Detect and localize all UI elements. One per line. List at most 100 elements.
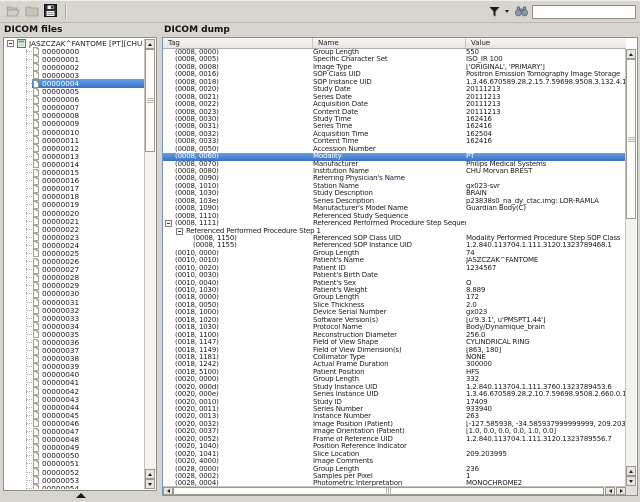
tree-item-body[interactable]: 00000032 <box>32 306 144 314</box>
collapse-expander-icon[interactable] <box>7 40 14 47</box>
dump-row[interactable]: (0018, 1030)Protocol NameBody/Dynamique_… <box>163 324 626 331</box>
tree-item-body[interactable]: 00000003 <box>32 71 144 79</box>
tree-item[interactable]: 00000020 <box>5 209 144 217</box>
dump-row[interactable]: (0008, 1111)Referenced Performed Procedu… <box>163 220 626 227</box>
dump-row[interactable]: (0018, 1100)Reconstruction Diameter256.0 <box>163 332 626 339</box>
dump-scroll-up-button-2[interactable] <box>626 466 636 476</box>
dump-row[interactable]: (0008, 0016)SOP Class UIDPositron Emissi… <box>163 71 626 78</box>
tree-item-body[interactable]: 00000027 <box>32 266 144 274</box>
files-scrollbar-thumb[interactable] <box>145 49 155 152</box>
tree-item-body[interactable]: 00000053 <box>32 476 144 484</box>
tree-item[interactable]: 00000044 <box>5 403 144 411</box>
dump-row[interactable]: (0008, 0090)Referring Physician's Name <box>163 175 626 182</box>
dump-row[interactable]: (0010, 0020)Patient ID1234567 <box>163 265 626 272</box>
tree-item[interactable]: 00000043 <box>5 395 144 403</box>
tree-item-body[interactable]: 00000010 <box>32 128 144 136</box>
dump-row[interactable]: (0008, 103e)Series Descriptionp23838s0_n… <box>163 198 626 205</box>
dump-row[interactable]: (0020, 000d)Study Instance UID1.2.840.11… <box>163 384 626 391</box>
dump-hscrollbar-thumb[interactable] <box>173 487 604 495</box>
tree-item[interactable]: 00000041 <box>5 379 144 387</box>
tree-item-body[interactable]: 00000024 <box>32 241 144 249</box>
tree-item-body[interactable]: 00000015 <box>32 169 144 177</box>
tree-item-body[interactable]: 00000008 <box>32 112 144 120</box>
dump-row[interactable]: (0008, 1030)Study DescriptionBRAIN <box>163 190 626 197</box>
tree-item[interactable]: 00000015 <box>5 169 144 177</box>
dump-horizontal-scrollbar[interactable] <box>163 486 626 495</box>
tree-item-body[interactable]: 00000005 <box>32 88 144 96</box>
tree-item-body[interactable]: 00000006 <box>32 96 144 104</box>
scroll-right-button[interactable] <box>616 487 626 495</box>
folder-button[interactable] <box>23 3 40 20</box>
tree-item-body[interactable]: 00000052 <box>32 468 144 476</box>
dump-row[interactable]: (0008, 0032)Acquisition Time162504 <box>163 131 626 138</box>
open-folder-button[interactable] <box>4 3 21 20</box>
tree-item-body[interactable]: 00000040 <box>32 371 144 379</box>
dump-row[interactable]: (0028, 0000)Group Length236 <box>163 466 626 473</box>
tree-item-body[interactable]: 00000018 <box>32 193 144 201</box>
tree-item[interactable]: 00000037 <box>5 347 144 355</box>
tree-item[interactable]: 00000026 <box>5 258 144 266</box>
dump-row[interactable]: (0010, 0030)Patient's Birth Date <box>163 272 626 279</box>
tree-item[interactable]: 00000029 <box>5 282 144 290</box>
tree-item-body[interactable]: 00000043 <box>32 395 144 403</box>
tree-item-body[interactable]: 00000041 <box>32 379 144 387</box>
tree-item-body[interactable]: 00000044 <box>32 403 144 411</box>
tree-item[interactable]: 00000013 <box>5 152 144 160</box>
dump-row[interactable]: (0020, 0037)Image Orientation (Patient)[… <box>163 428 626 435</box>
tree-item[interactable]: 00000042 <box>5 387 144 395</box>
tree-item[interactable]: 00000012 <box>5 144 144 152</box>
tree-item-body[interactable]: 00000013 <box>32 152 144 160</box>
tree-item[interactable]: 00000008 <box>5 112 144 120</box>
tree-item-body[interactable]: 00000042 <box>32 387 144 395</box>
scroll-up-button[interactable] <box>145 39 155 49</box>
tree-item-body[interactable]: 00000014 <box>32 160 144 168</box>
tree-item-body[interactable]: 00000017 <box>32 185 144 193</box>
find-button[interactable] <box>513 3 530 20</box>
dump-row[interactable]: (0008, 1150)Referenced SOP Class UIDModa… <box>163 235 626 242</box>
tree-item-body[interactable]: 00000046 <box>32 419 144 427</box>
dump-row[interactable]: (0008, 0080)Institution NameCHU Morvan B… <box>163 168 626 175</box>
dump-row[interactable]: (0018, 1020)Software Version(s)[u'9.3.1'… <box>163 317 626 324</box>
scroll-left-button-2[interactable] <box>605 487 615 495</box>
save-button[interactable] <box>42 3 59 20</box>
tree-item[interactable]: 00000035 <box>5 330 144 338</box>
tree-item[interactable]: 00000003 <box>5 71 144 79</box>
tree-item[interactable]: 00000054 <box>5 484 144 489</box>
dump-row[interactable]: (0008, 0033)Content Time162416 <box>163 138 626 145</box>
tree-item-body[interactable]: 00000016 <box>32 177 144 185</box>
tree-item-body[interactable]: 00000039 <box>32 363 144 371</box>
tree-item[interactable]: 00000027 <box>5 266 144 274</box>
tree-item[interactable]: 00000050 <box>5 452 144 460</box>
tree-item-body[interactable]: 00000031 <box>32 298 144 306</box>
tree-item[interactable]: 00000031 <box>5 298 144 306</box>
dump-row[interactable]: (0020, 1041)Slice Location209.203995 <box>163 451 626 458</box>
dump-row[interactable]: (0008, 0031)Series Time162416 <box>163 123 626 130</box>
tree-item-body[interactable]: 00000025 <box>32 249 144 257</box>
dump-row[interactable]: (0020, 0010)Study ID17409 <box>163 399 626 406</box>
tree-item[interactable]: 00000039 <box>5 363 144 371</box>
tree-item-body[interactable]: 00000023 <box>32 233 144 241</box>
dump-row[interactable]: (0018, 1000)Device Serial Numbergx023 <box>163 309 626 316</box>
tree-item-body[interactable]: 00000011 <box>32 136 144 144</box>
tree-item-body[interactable]: 00000037 <box>32 347 144 355</box>
tree-item[interactable]: 00000036 <box>5 338 144 346</box>
tree-item-body[interactable]: 00000028 <box>32 274 144 282</box>
dump-row[interactable]: (0020, 1040)Position Reference Indicator <box>163 443 626 450</box>
tree-item-body[interactable]: 00000047 <box>32 428 144 436</box>
tree-item[interactable]: 00000006 <box>5 96 144 104</box>
tree-item[interactable]: 00000040 <box>5 371 144 379</box>
tree-item-body[interactable]: 00000035 <box>32 330 144 338</box>
scroll-up-button-2[interactable] <box>145 469 155 479</box>
dump-row[interactable]: (0010, 0000)Group Length74 <box>163 250 626 257</box>
scroll-left-button[interactable] <box>163 487 173 495</box>
dump-row[interactable]: Referenced Performed Procedure Step 1 <box>163 228 626 235</box>
tree-item[interactable]: 00000049 <box>5 444 144 452</box>
tree-item-body[interactable]: 00000038 <box>32 355 144 363</box>
dump-row[interactable]: (0020, 4000)Image Comments <box>163 458 626 465</box>
tree-item[interactable]: 00000005 <box>5 88 144 96</box>
tree-item-body[interactable]: 00000030 <box>32 290 144 298</box>
tree-item[interactable]: 00000002 <box>5 63 144 71</box>
tree-item[interactable]: 00000034 <box>5 322 144 330</box>
tree-item[interactable]: 00000024 <box>5 241 144 249</box>
tree-item-body[interactable]: 00000029 <box>32 282 144 290</box>
